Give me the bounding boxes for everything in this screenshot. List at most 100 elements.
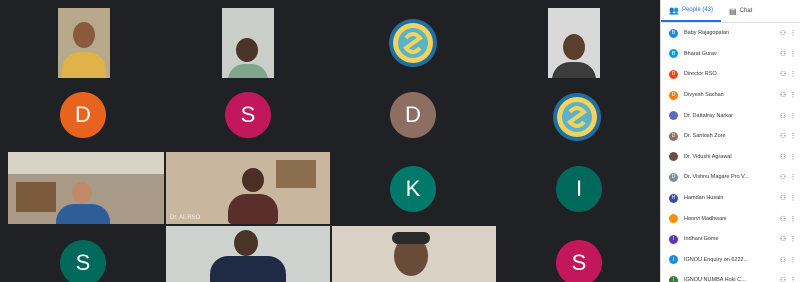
participant-row[interactable]: Hoorvi Madhwani ⚇ ⋮ (661, 208, 800, 229)
participant-video-tile[interactable] (8, 152, 164, 224)
participant-row[interactable]: D Director RSO ⚇ ⋮ (661, 64, 800, 85)
participant-avatar[interactable]: S (60, 240, 106, 282)
mic-off-icon[interactable]: ⚇ (777, 50, 789, 58)
participant-avatar[interactable]: D (390, 92, 436, 138)
organization-logo-icon (389, 19, 437, 67)
participant-face (73, 22, 95, 48)
participant-row[interactable]: D Divyesh Sachan ⚇ ⋮ (661, 85, 800, 106)
participant-name: Dr. Santosh Zore (684, 133, 726, 140)
participant-video-tile[interactable] (332, 226, 496, 282)
more-options-icon[interactable]: ⋮ (789, 50, 797, 58)
participant-avatar-icon: D (669, 90, 678, 100)
participant-face (72, 182, 92, 204)
participant-avatar-icon: I (669, 275, 678, 282)
participant-face (234, 230, 258, 256)
participant-face (242, 168, 264, 192)
room-furniture (16, 182, 56, 212)
participant-name: Dr. Vishnu Magare Pro V... (684, 174, 749, 181)
more-options-icon[interactable]: ⋮ (789, 70, 797, 78)
participant-row[interactable]: B Bharat Gurav ⚇ ⋮ (661, 44, 800, 65)
mic-off-icon[interactable]: ⚇ (777, 235, 789, 243)
avatar-letter: I (575, 176, 583, 201)
room-wall (8, 152, 164, 174)
people-icon: 👥 (669, 5, 679, 15)
participant-avatar-icon (669, 152, 678, 162)
participant-name: Indhani Gome (684, 236, 719, 243)
mic-off-icon[interactable]: ⚇ (777, 153, 789, 161)
participant-name: Hamdan Husain (684, 195, 724, 202)
participant-avatar-icon: I (669, 234, 678, 244)
mic-off-icon[interactable]: ⚇ (777, 173, 789, 181)
video-grid: D S D Dr. Ali RSO K I S S (0, 0, 660, 282)
more-options-icon[interactable]: ⋮ (789, 215, 797, 223)
mic-off-icon[interactable]: ⚇ (777, 256, 789, 264)
participant-row[interactable]: D Dr. Vishnu Magare Pro V... ⚇ ⋮ (661, 167, 800, 188)
participant-name: Hoorvi Madhwani (684, 215, 727, 222)
participant-row[interactable]: H Hamdan Husain ⚇ ⋮ (661, 188, 800, 209)
participant-video-tile[interactable] (58, 8, 110, 78)
mic-off-icon[interactable]: ⚇ (777, 132, 789, 140)
participant-body (552, 62, 596, 78)
participant-video-tile[interactable] (548, 8, 600, 78)
mic-off-icon[interactable]: ⚇ (777, 70, 789, 78)
meet-window: D S D Dr. Ali RSO K I S S 👥 People (43) … (0, 0, 800, 282)
panel-tabs: 👥 People (43) ▤ Chat (661, 0, 800, 23)
participant-row[interactable]: I IGNOU NUMBA Hoki C... ⚇ ⋮ (661, 270, 800, 282)
participant-avatar-icon: I (669, 255, 678, 265)
more-options-icon[interactable]: ⋮ (789, 276, 797, 282)
participant-body (210, 256, 286, 282)
more-options-icon[interactable]: ⋮ (789, 132, 797, 140)
avatar-letter: K (405, 176, 421, 201)
more-options-icon[interactable]: ⋮ (789, 29, 797, 37)
mic-off-icon[interactable]: ⚇ (777, 112, 789, 120)
participant-row[interactable]: I Indhani Gome ⚇ ⋮ (661, 229, 800, 250)
participant-video-tile[interactable] (166, 226, 330, 282)
mic-off-icon[interactable]: ⚇ (777, 194, 789, 202)
participant-avatar-icon: B (669, 28, 678, 38)
participant-avatar[interactable]: I (556, 166, 602, 212)
participant-face (563, 34, 585, 60)
participant-avatar[interactable]: D (60, 92, 106, 138)
participant-name: Director RSO (684, 71, 717, 78)
more-options-icon[interactable]: ⋮ (789, 256, 797, 264)
participant-row[interactable]: B Baby Rajagopalan ⚇ ⋮ (661, 23, 800, 44)
participant-name: Baby Rajagopalan (684, 30, 729, 37)
more-options-icon[interactable]: ⋮ (789, 173, 797, 181)
avatar-letter: S (240, 102, 256, 127)
participant-row[interactable]: I IGNOU Enquiry on 6222... ⚇ ⋮ (661, 250, 800, 271)
mic-off-icon[interactable]: ⚇ (777, 215, 789, 223)
participant-body (62, 52, 106, 78)
mic-off-icon[interactable]: ⚇ (777, 276, 789, 282)
participant-avatar[interactable]: K (390, 166, 436, 212)
mic-off-icon[interactable]: ⚇ (777, 29, 789, 37)
more-options-icon[interactable]: ⋮ (789, 194, 797, 202)
participant-body (228, 194, 278, 224)
participant-video-tile[interactable]: Dr. Ali RSO (166, 152, 330, 224)
participant-name: Dr. Vidushi Agrawal (684, 153, 732, 160)
avatar-letter: S (571, 250, 587, 275)
participant-row[interactable]: Dr. Dattatray Narkar ⚇ ⋮ (661, 105, 800, 126)
more-options-icon[interactable]: ⋮ (789, 112, 797, 120)
more-options-icon[interactable]: ⋮ (789, 153, 797, 161)
participant-body (228, 64, 268, 78)
participant-avatar-icon: H (669, 193, 678, 203)
participant-name: IGNOU Enquiry on 6222... (684, 256, 749, 263)
participant-video-tile[interactable] (222, 8, 274, 78)
tab-chat[interactable]: ▤ Chat (721, 0, 760, 22)
mic-off-icon[interactable]: ⚇ (777, 91, 789, 99)
chat-icon: ▤ (729, 6, 737, 16)
more-options-icon[interactable]: ⋮ (789, 235, 797, 243)
participant-name: Dr. Dattatray Narkar (684, 112, 733, 119)
participant-row[interactable]: D Dr. Santosh Zore ⚇ ⋮ (661, 126, 800, 147)
participant-tile[interactable] (388, 18, 438, 68)
tab-chat-label: Chat (739, 8, 753, 14)
tab-people[interactable]: 👥 People (43) (661, 0, 721, 22)
more-options-icon[interactable]: ⋮ (789, 91, 797, 99)
avatar-letter: D (75, 102, 91, 127)
participant-row[interactable]: Dr. Vidushi Agrawal ⚇ ⋮ (661, 147, 800, 168)
participant-avatar[interactable]: S (225, 92, 271, 138)
avatar-letter: D (405, 102, 421, 127)
participant-avatar[interactable]: S (556, 240, 602, 282)
participant-tile[interactable] (552, 92, 602, 142)
participant-avatar-icon: D (669, 172, 678, 182)
